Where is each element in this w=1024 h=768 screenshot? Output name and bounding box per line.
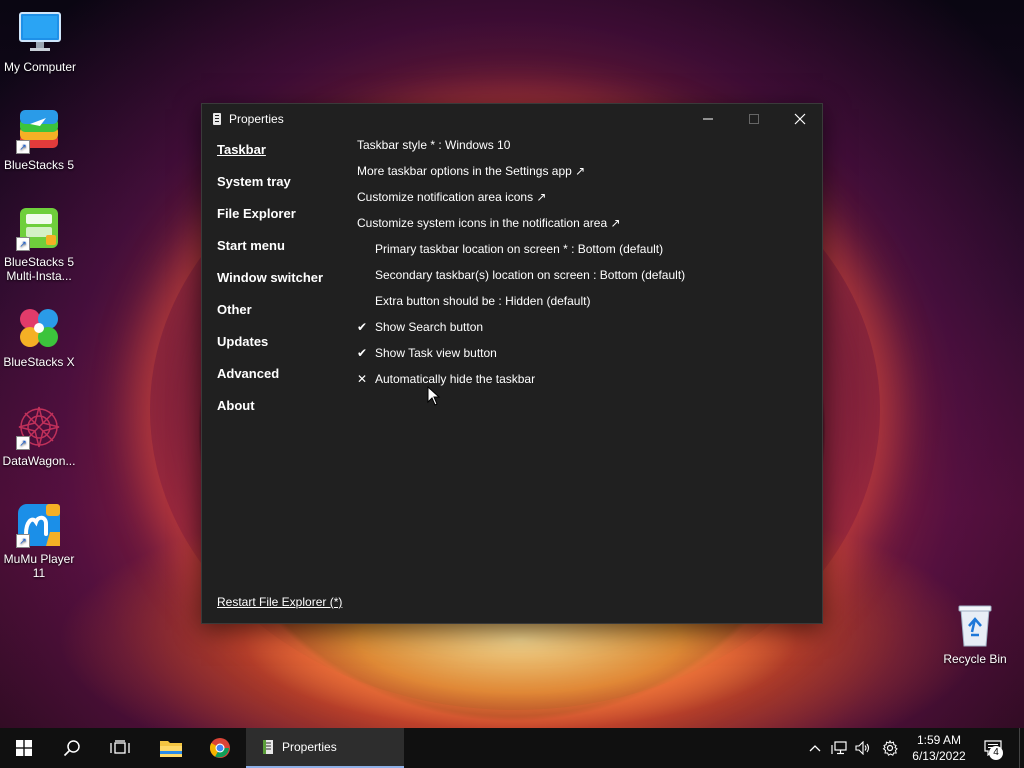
settings-button[interactable]: [878, 728, 902, 768]
minimize-button[interactable]: [685, 104, 731, 134]
secondary-taskbar-location-setting[interactable]: Secondary taskbar(s) location on screen …: [357, 266, 807, 292]
setting-label: Automatically hide the taskbar: [375, 372, 536, 386]
network-button[interactable]: [828, 728, 850, 768]
nav-item-system-tray[interactable]: System tray: [217, 172, 347, 204]
network-icon: [831, 741, 847, 755]
setting-label: Show Search button: [375, 320, 484, 334]
search-icon: [63, 740, 80, 757]
chrome-taskbar-button[interactable]: [196, 728, 244, 768]
desktop-icon-bluestacks-5[interactable]: ↗ BlueStacks 5: [0, 108, 79, 172]
checkmark-icon: ✔: [357, 320, 368, 334]
shortcut-arrow-icon: ↗: [16, 237, 30, 251]
window-title: Properties: [229, 112, 284, 126]
setting-label: Show Task view button: [375, 346, 497, 360]
setting-label: More taskbar options in the Settings app…: [357, 164, 586, 178]
desktop-icon-mumu-player[interactable]: ↗ MuMu Player 11: [0, 502, 79, 580]
close-icon: [794, 113, 806, 125]
desktop-icon-bluestacks-x[interactable]: BlueStacks X: [0, 305, 79, 369]
recycle-bin-icon: [952, 602, 998, 648]
desktop-icon-datawagon[interactable]: ↗ DataWagon...: [0, 404, 79, 468]
datawagon-mandala-icon: ↗: [16, 404, 62, 450]
taskbar: Properties 1:59 AM 6/13/2022: [0, 728, 1024, 768]
setting-label: Secondary taskbar(s) location on screen …: [375, 268, 686, 282]
windows-logo-icon: [16, 740, 32, 756]
nav-item-other[interactable]: Other: [217, 300, 347, 332]
task-view-icon: [110, 740, 130, 754]
desktop-icon-label: MuMu Player 11: [3, 552, 75, 580]
setting-label: Extra button should be : Hidden (default…: [375, 294, 591, 308]
desktop-icon-my-computer[interactable]: My Computer: [0, 10, 80, 74]
search-button[interactable]: [48, 728, 96, 768]
settings-content: Taskbar style * : Windows 10 More taskba…: [357, 136, 807, 396]
settings-app-link[interactable]: More taskbar options in the Settings app…: [357, 162, 807, 188]
nav-item-about[interactable]: About: [217, 396, 347, 428]
speaker-icon: [855, 741, 870, 755]
properties-window: Properties Taskbar System tray File Expl…: [201, 103, 823, 624]
desktop-icon-label: My Computer: [3, 60, 77, 74]
desktop-icon-bluestacks-multi-instance[interactable]: ↗ BlueStacks 5 Multi-Insta...: [0, 205, 79, 283]
gear-icon: [882, 740, 898, 756]
shortcut-arrow-icon: ↗: [16, 436, 30, 450]
bluestacks-multi-instance-icon: ↗: [16, 205, 62, 251]
show-task-view-button-toggle[interactable]: ✔ Show Task view button: [357, 344, 807, 370]
notification-icons-link[interactable]: Customize notification area icons ↗: [357, 188, 807, 214]
cross-icon: ✕: [357, 372, 368, 386]
setting-label: Customize notification area icons ↗: [357, 190, 547, 204]
nav-item-window-switcher[interactable]: Window switcher: [217, 268, 347, 300]
notification-count-badge: 4: [989, 746, 1003, 760]
desktop-icon-label: BlueStacks 5 Multi-Insta...: [3, 255, 75, 283]
system-icons-link[interactable]: Customize system icons in the notificati…: [357, 214, 807, 240]
setting-label: Customize system icons in the notificati…: [357, 216, 621, 230]
taskbar-style-setting[interactable]: Taskbar style * : Windows 10: [357, 136, 807, 162]
clock-date: 6/13/2022: [912, 749, 966, 763]
window-titlebar[interactable]: Properties: [202, 104, 822, 134]
setting-label: Primary taskbar location on screen * : B…: [375, 242, 664, 256]
show-desktop-button[interactable]: [1019, 728, 1024, 768]
monitor-icon: [17, 10, 63, 56]
file-explorer-taskbar-button[interactable]: [147, 728, 195, 768]
minimize-icon: [703, 118, 713, 120]
primary-taskbar-location-setting[interactable]: Primary taskbar location on screen * : B…: [357, 240, 807, 266]
nav-item-start-menu[interactable]: Start menu: [217, 236, 347, 268]
nav-item-taskbar[interactable]: Taskbar: [217, 140, 347, 172]
folder-icon: [160, 741, 182, 757]
nav-item-advanced[interactable]: Advanced: [217, 364, 347, 396]
desktop-icon-label: BlueStacks 5: [3, 158, 75, 172]
show-hidden-icons-button[interactable]: [804, 728, 826, 768]
properties-taskbar-button[interactable]: Properties: [246, 728, 404, 768]
document-icon: [263, 740, 273, 754]
mouse-cursor-icon: [427, 386, 441, 406]
nav-item-updates[interactable]: Updates: [217, 332, 347, 364]
bluestacks-layers-icon: ↗: [16, 108, 62, 154]
shortcut-arrow-icon: ↗: [16, 140, 30, 154]
desktop-icon-label: BlueStacks X: [3, 355, 75, 369]
maximize-button[interactable]: [731, 104, 777, 134]
extra-button-setting[interactable]: Extra button should be : Hidden (default…: [357, 292, 807, 318]
taskbar-clock[interactable]: 1:59 AM 6/13/2022: [906, 732, 972, 764]
maximize-icon: [749, 114, 759, 124]
bluestacks-x-icon: [16, 305, 62, 351]
shortcut-arrow-icon: ↗: [16, 534, 30, 548]
mumu-player-icon: ↗: [16, 502, 62, 548]
chevron-up-icon: [809, 745, 821, 752]
desktop-icon-label: Recycle Bin: [943, 652, 1007, 666]
setting-label: Taskbar style * : Windows 10: [357, 138, 511, 152]
close-button[interactable]: [777, 104, 823, 134]
settings-nav: Taskbar System tray File Explorer Start …: [217, 140, 347, 428]
clock-time: 1:59 AM: [916, 733, 962, 747]
chrome-icon: [209, 738, 230, 758]
document-icon: [213, 113, 221, 125]
desktop-icon-recycle-bin[interactable]: Recycle Bin: [935, 602, 1015, 666]
checkmark-icon: ✔: [357, 346, 368, 360]
volume-button[interactable]: [852, 728, 874, 768]
restart-file-explorer-link[interactable]: Restart File Explorer (*): [217, 595, 342, 609]
auto-hide-taskbar-toggle[interactable]: ✕ Automatically hide the taskbar: [357, 370, 807, 396]
taskbar-app-label: Properties: [282, 740, 337, 754]
show-search-button-toggle[interactable]: ✔ Show Search button: [357, 318, 807, 344]
task-view-button[interactable]: [96, 728, 144, 768]
start-button[interactable]: [0, 728, 48, 768]
desktop-icon-label: DataWagon...: [2, 454, 76, 468]
nav-item-file-explorer[interactable]: File Explorer: [217, 204, 347, 236]
